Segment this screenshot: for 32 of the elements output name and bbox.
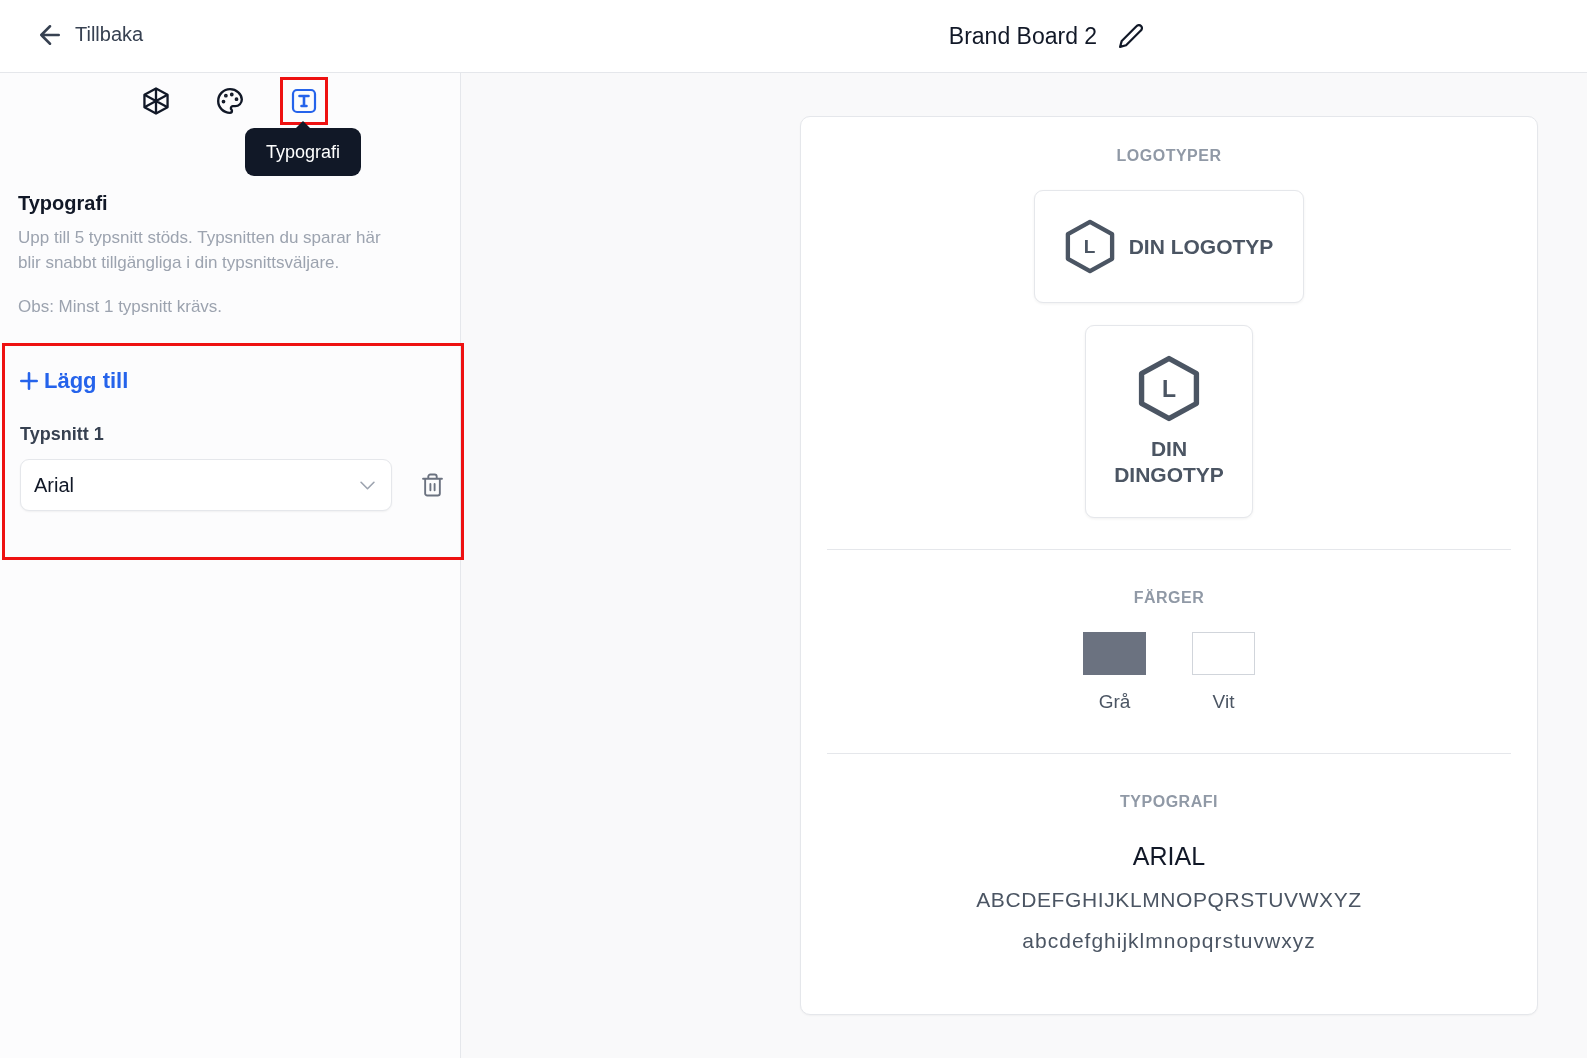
logo-text: DIN DINGOTYP xyxy=(1113,436,1225,488)
color-name: Vit xyxy=(1212,691,1235,713)
hexagon-icon xyxy=(143,87,169,115)
typography-tab[interactable] xyxy=(282,79,326,123)
uppercase-sample: ABCDEFGHIJKLMNOPQRSTUVWXYZ xyxy=(976,888,1362,912)
arrow-left-icon xyxy=(40,24,60,45)
font-select[interactable]: Arial xyxy=(20,459,392,511)
back-button[interactable]: Tillbaka xyxy=(40,23,144,47)
section-heading: LOGOTYPER xyxy=(1116,146,1222,166)
palette-icon xyxy=(217,88,243,114)
tooltip: Typografi xyxy=(245,121,362,176)
color-name: Grå xyxy=(1098,691,1131,713)
edit-title-button[interactable] xyxy=(1119,24,1144,48)
section-description: Upp till 5 typsnitt stöds. Typsnitten du sparar här blir snabbt tillgängliga i din typsnittsväljare. xyxy=(18,227,382,274)
field-label: Typsnitt 1 xyxy=(20,424,104,445)
pencil-icon xyxy=(1119,24,1144,48)
section-title: Typografi xyxy=(18,191,109,216)
lowercase-sample: abcdefghijklmnopqrstuvwxyz xyxy=(1022,929,1316,953)
section-heading: TYPOGRAFI xyxy=(1120,792,1218,812)
text-icon xyxy=(291,88,317,114)
chevron-down-icon xyxy=(360,480,375,490)
requirement-note: Obs: Minst 1 typsnitt krävs. xyxy=(18,296,224,318)
board-title: Brand Board 2 xyxy=(948,22,1098,50)
font-name: ARIAL xyxy=(1132,842,1206,871)
plus-icon xyxy=(20,372,38,390)
trash-icon xyxy=(422,473,443,497)
hexagon-logo-mark: L xyxy=(1064,219,1115,274)
delete-button[interactable] xyxy=(422,473,443,497)
add-font-button[interactable]: Lägg till xyxy=(20,368,129,394)
logo-text: DIN LOGOTYP xyxy=(1128,234,1274,259)
section-heading: FÄRGER xyxy=(1133,588,1205,608)
hexagon-logo-mark: L xyxy=(1138,355,1200,422)
